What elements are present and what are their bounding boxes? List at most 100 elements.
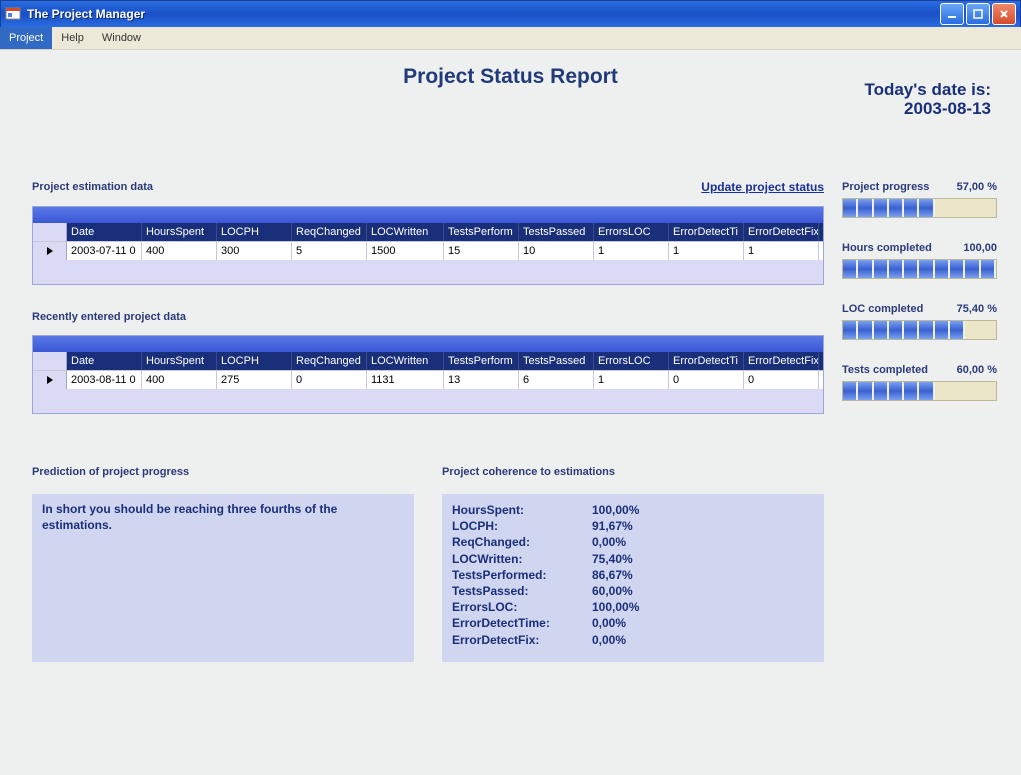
cell[interactable]: 275 bbox=[217, 371, 292, 389]
col-errorsloc[interactable]: ErrorsLOC bbox=[594, 223, 669, 241]
progress-segment bbox=[935, 199, 950, 217]
coherence-row: TestsPassed:60,00% bbox=[452, 583, 814, 599]
progress-label: LOC completed bbox=[842, 303, 923, 315]
col-errordetectfix[interactable]: ErrorDetectFix bbox=[744, 223, 819, 241]
col-date[interactable]: Date bbox=[67, 352, 142, 370]
progress-segment bbox=[843, 321, 858, 339]
progress-segment bbox=[874, 321, 889, 339]
cell[interactable]: 13 bbox=[444, 371, 519, 389]
progress-segment bbox=[889, 382, 904, 400]
coherence-label: TestsPerformed: bbox=[452, 567, 592, 583]
coherence-row: TestsPerformed:86,67% bbox=[452, 567, 814, 583]
progress-label: Hours completed bbox=[842, 242, 932, 254]
cell[interactable]: 2003-08-11 0 bbox=[67, 371, 142, 389]
cell[interactable]: 0 bbox=[744, 371, 819, 389]
minimize-button[interactable] bbox=[940, 3, 964, 25]
col-reqchanged[interactable]: ReqChanged bbox=[292, 352, 367, 370]
update-project-status-link[interactable]: Update project status bbox=[701, 180, 824, 194]
progress-segment bbox=[904, 382, 919, 400]
coherence-value: 60,00% bbox=[592, 583, 633, 599]
progress-segment bbox=[889, 321, 904, 339]
app-window: The Project Manager Project Help Window … bbox=[0, 0, 1021, 775]
menu-help[interactable]: Help bbox=[52, 27, 93, 49]
grid-header-row: Date HoursSpent LOCPH ReqChanged LOCWrit… bbox=[33, 223, 823, 241]
progress-segment bbox=[874, 260, 889, 278]
col-testspassed[interactable]: TestsPassed bbox=[519, 223, 594, 241]
current-row-icon bbox=[47, 247, 53, 255]
cell[interactable]: 400 bbox=[142, 242, 217, 260]
cell[interactable]: 1 bbox=[594, 371, 669, 389]
progress-segment bbox=[965, 199, 980, 217]
table-row[interactable]: 2003-08-11 0 400 275 0 1131 13 6 1 0 0 bbox=[33, 370, 823, 389]
progress-segment bbox=[919, 199, 934, 217]
cell[interactable]: 1 bbox=[669, 242, 744, 260]
close-button[interactable] bbox=[992, 3, 1016, 25]
progress-header: Hours completed100,00 bbox=[842, 242, 997, 254]
col-hoursspent[interactable]: HoursSpent bbox=[142, 223, 217, 241]
menu-window[interactable]: Window bbox=[93, 27, 150, 49]
menu-project[interactable]: Project bbox=[0, 27, 52, 49]
progress-segment bbox=[965, 321, 980, 339]
progress-segment bbox=[935, 382, 950, 400]
col-testsperform[interactable]: TestsPerform bbox=[444, 352, 519, 370]
coherence-value: 0,00% bbox=[592, 534, 626, 550]
progress-segment bbox=[874, 199, 889, 217]
col-reqchanged[interactable]: ReqChanged bbox=[292, 223, 367, 241]
cell[interactable]: 6 bbox=[519, 371, 594, 389]
col-testsperform[interactable]: TestsPerform bbox=[444, 223, 519, 241]
progress-header: Tests completed60,00 % bbox=[842, 364, 997, 376]
progress-segment bbox=[935, 260, 950, 278]
date-label: Today's date is: bbox=[864, 81, 991, 100]
progress-segment bbox=[858, 260, 873, 278]
prediction-panel: In short you should be reaching three fo… bbox=[32, 494, 414, 662]
cell[interactable]: 1 bbox=[744, 242, 819, 260]
progress-segment bbox=[950, 382, 965, 400]
progress-segment bbox=[950, 260, 965, 278]
col-errordetectti[interactable]: ErrorDetectTi bbox=[669, 352, 744, 370]
col-locph[interactable]: LOCPH bbox=[217, 223, 292, 241]
cell[interactable]: 0 bbox=[669, 371, 744, 389]
col-locph[interactable]: LOCPH bbox=[217, 352, 292, 370]
coherence-value: 75,40% bbox=[592, 551, 633, 567]
col-testspassed[interactable]: TestsPassed bbox=[519, 352, 594, 370]
col-errorsloc[interactable]: ErrorsLOC bbox=[594, 352, 669, 370]
progress-segment bbox=[904, 321, 919, 339]
cell[interactable]: 300 bbox=[217, 242, 292, 260]
cell[interactable]: 0 bbox=[292, 371, 367, 389]
cell[interactable]: 10 bbox=[519, 242, 594, 260]
maximize-button[interactable] bbox=[966, 3, 990, 25]
section-prediction-title: Prediction of project progress bbox=[32, 466, 414, 478]
cell[interactable]: 1 bbox=[594, 242, 669, 260]
col-locwritten[interactable]: LOCWritten bbox=[367, 352, 444, 370]
client-area: Project Status Report Today's date is: 2… bbox=[2, 51, 1019, 773]
progress-bar bbox=[842, 320, 997, 340]
coherence-row: ErrorDetectTime:0,00% bbox=[452, 615, 814, 631]
coherence-row: HoursSpent:100,00% bbox=[452, 502, 814, 518]
col-locwritten[interactable]: LOCWritten bbox=[367, 223, 444, 241]
progress-segment bbox=[843, 199, 858, 217]
cell[interactable]: 5 bbox=[292, 242, 367, 260]
coherence-label: ErrorDetectFix: bbox=[452, 632, 592, 648]
cell[interactable]: 400 bbox=[142, 371, 217, 389]
progress-value: 60,00 % bbox=[957, 364, 997, 376]
progress-segment bbox=[904, 199, 919, 217]
coherence-row: LOCWritten:75,40% bbox=[452, 551, 814, 567]
cell[interactable]: 15 bbox=[444, 242, 519, 260]
window-buttons bbox=[940, 3, 1016, 25]
table-row[interactable]: 2003-07-11 0 400 300 5 1500 15 10 1 1 1 bbox=[33, 241, 823, 260]
col-errordetectfix[interactable]: ErrorDetectFix bbox=[744, 352, 819, 370]
col-date[interactable]: Date bbox=[67, 223, 142, 241]
progress-bar bbox=[842, 259, 997, 279]
col-errordetectti[interactable]: ErrorDetectTi bbox=[669, 223, 744, 241]
progress-block: LOC completed75,40 % bbox=[842, 303, 997, 340]
cell[interactable]: 1131 bbox=[367, 371, 444, 389]
coherence-value: 86,67% bbox=[592, 567, 633, 583]
cell[interactable]: 2003-07-11 0 bbox=[67, 242, 142, 260]
progress-segment bbox=[950, 321, 965, 339]
col-hoursspent[interactable]: HoursSpent bbox=[142, 352, 217, 370]
recent-grid[interactable]: Date HoursSpent LOCPH ReqChanged LOCWrit… bbox=[32, 335, 824, 414]
cell[interactable]: 1500 bbox=[367, 242, 444, 260]
coherence-label: TestsPassed: bbox=[452, 583, 592, 599]
window-title: The Project Manager bbox=[27, 7, 940, 21]
estimation-grid[interactable]: Date HoursSpent LOCPH ReqChanged LOCWrit… bbox=[32, 206, 824, 285]
